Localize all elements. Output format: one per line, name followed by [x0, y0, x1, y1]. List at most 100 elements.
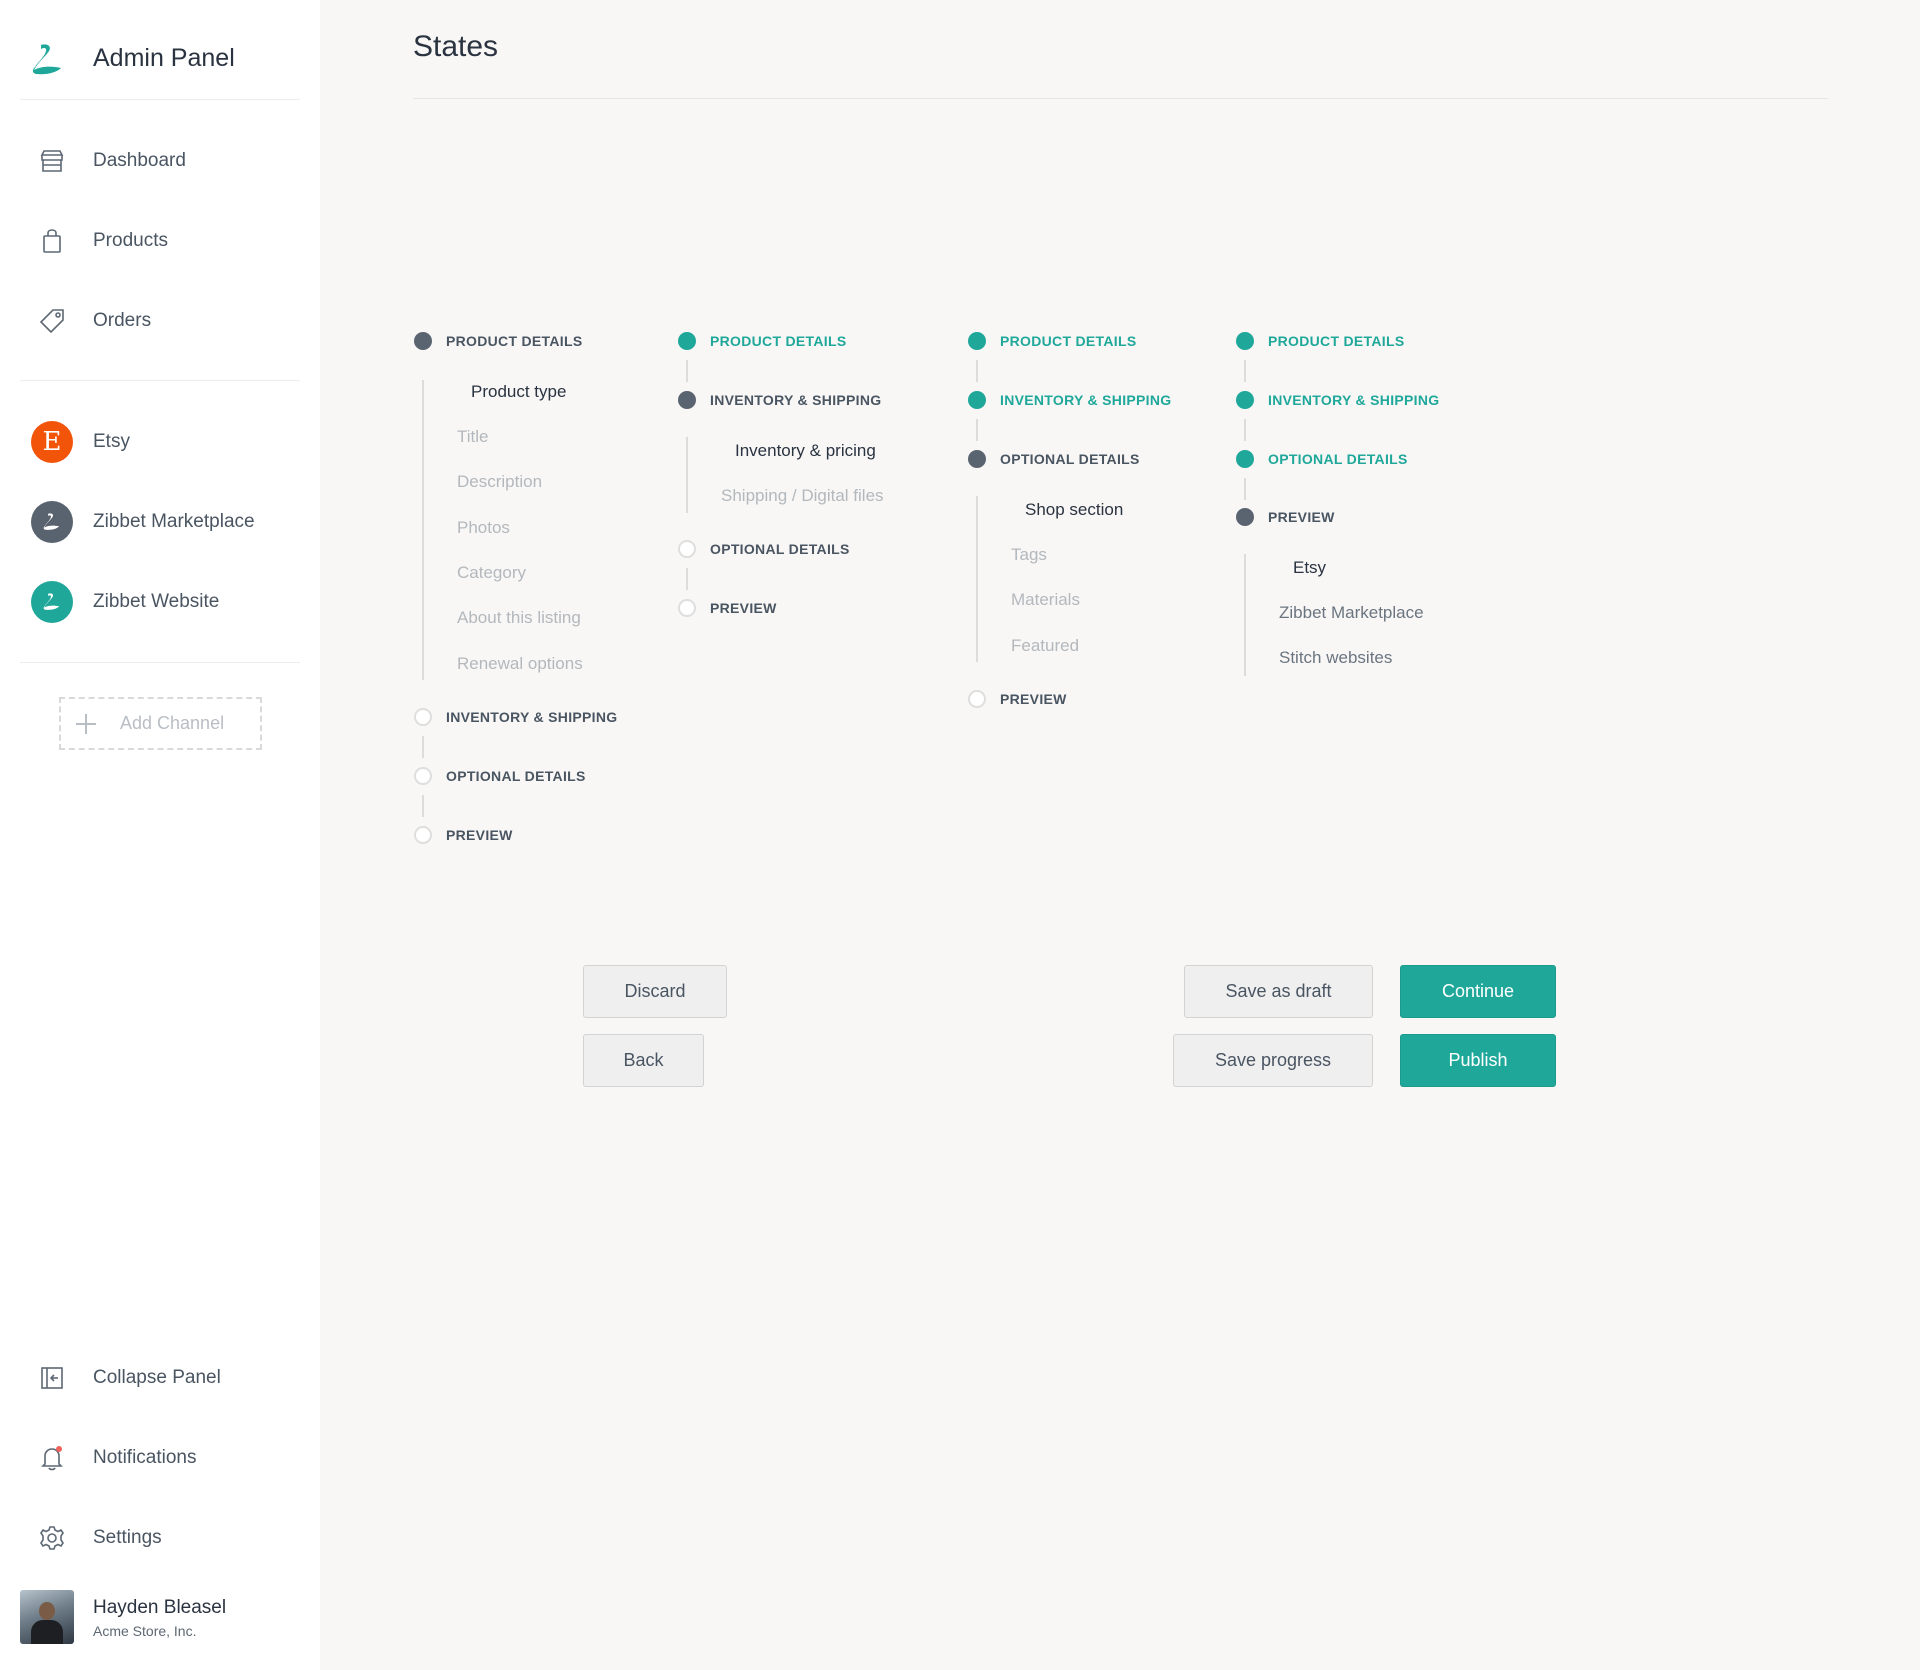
step-label: INVENTORY & SHIPPING [1000, 392, 1172, 408]
substep-item[interactable]: Category [457, 563, 526, 583]
step-inventory-shipping[interactable]: INVENTORY & SHIPPING [1236, 391, 1439, 409]
user-profile[interactable]: Hayden Bleasel Acme Store, Inc. [20, 1589, 300, 1645]
discard-button[interactable]: Discard [583, 965, 727, 1018]
step-preview[interactable]: PREVIEW [1236, 508, 1335, 526]
zibbet-website-badge-wrap [26, 576, 78, 628]
title-divider [413, 98, 1828, 99]
substep-item[interactable]: Description [457, 472, 542, 492]
app-title: Admin Panel [93, 44, 235, 72]
add-channel-button[interactable]: Add Channel [59, 697, 262, 750]
collapse-panel-button[interactable]: Collapse Panel [20, 1350, 300, 1406]
step-label: INVENTORY & SHIPPING [710, 392, 882, 408]
step-dot-pending [414, 767, 432, 785]
step-label: PRODUCT DETAILS [446, 333, 583, 349]
step-dot-complete [968, 391, 986, 409]
step-inventory-shipping[interactable]: INVENTORY & SHIPPING [678, 391, 881, 409]
channel-zibbet-marketplace[interactable]: Zibbet Marketplace [20, 494, 300, 550]
sidebar: Admin Panel Dashboard Products Orders E [0, 0, 320, 1670]
brand: Admin Panel [20, 20, 300, 100]
continue-button[interactable]: Continue [1400, 965, 1556, 1018]
notifications-button[interactable]: Notifications [20, 1430, 300, 1486]
step-label: PRODUCT DETAILS [1268, 333, 1405, 349]
channel-etsy-label: Etsy [93, 431, 130, 452]
collapse-panel-icon [26, 1352, 78, 1404]
collapse-panel-label: Collapse Panel [93, 1367, 221, 1388]
step-connector [422, 736, 424, 758]
zibbet-marketplace-badge-wrap [26, 496, 78, 548]
user-org: Acme Store, Inc. [93, 1623, 197, 1639]
nav-orders-label: Orders [93, 310, 152, 331]
step-optional-details[interactable]: OPTIONAL DETAILS [414, 767, 586, 785]
etsy-badge-wrap: E [26, 416, 78, 468]
channel-etsy[interactable]: E Etsy [20, 414, 300, 470]
substep-item[interactable]: About this listing [457, 608, 581, 628]
substep-item[interactable]: Title [457, 427, 489, 447]
step-connector [686, 568, 688, 590]
sidebar-divider [20, 662, 300, 663]
channel-zibbet-marketplace-label: Zibbet Marketplace [93, 511, 255, 532]
substep-item[interactable]: Stitch websites [1279, 648, 1392, 668]
settings-button[interactable]: Settings [20, 1510, 300, 1566]
substep-item[interactable]: Renewal options [457, 654, 583, 674]
step-preview[interactable]: PREVIEW [414, 826, 513, 844]
step-inventory-shipping[interactable]: INVENTORY & SHIPPING [968, 391, 1171, 409]
substep-item[interactable]: Product type [471, 382, 566, 402]
nav-dashboard[interactable]: Dashboard [20, 133, 300, 189]
step-label: OPTIONAL DETAILS [1000, 451, 1140, 467]
back-button[interactable]: Back [583, 1034, 704, 1087]
user-name: Hayden Bleasel [93, 1597, 227, 1618]
step-connector [976, 496, 978, 662]
substep-item[interactable]: Featured [1011, 636, 1079, 656]
tag-icon [26, 295, 78, 347]
channel-zibbet-website-label: Zibbet Website [93, 591, 220, 612]
step-label: INVENTORY & SHIPPING [1268, 392, 1440, 408]
store-icon [26, 135, 78, 187]
step-connector [422, 795, 424, 817]
bell-icon [26, 1432, 78, 1484]
step-product-details[interactable]: PRODUCT DETAILS [968, 332, 1136, 350]
step-preview[interactable]: PREVIEW [968, 690, 1067, 708]
etsy-icon: E [31, 421, 73, 463]
step-dot-active [968, 450, 986, 468]
step-dot-complete [1236, 332, 1254, 350]
step-label: PREVIEW [710, 600, 777, 616]
step-preview[interactable]: PREVIEW [678, 599, 777, 617]
save-progress-button[interactable]: Save progress [1173, 1034, 1373, 1087]
gear-icon [26, 1512, 78, 1564]
substep-item[interactable]: Inventory & pricing [735, 441, 876, 461]
substep-item[interactable]: Etsy [1293, 558, 1326, 578]
substep-item[interactable]: Materials [1011, 590, 1080, 610]
step-connector [1244, 360, 1246, 382]
step-optional-details[interactable]: OPTIONAL DETAILS [968, 450, 1140, 468]
step-dot-complete [678, 332, 696, 350]
step-product-details[interactable]: PRODUCT DETAILS [1236, 332, 1404, 350]
substep-item[interactable]: Zibbet Marketplace [1279, 603, 1424, 623]
step-dot-complete [1236, 391, 1254, 409]
step-inventory-shipping[interactable]: INVENTORY & SHIPPING [414, 708, 617, 726]
nav-products[interactable]: Products [20, 213, 300, 269]
nav-orders[interactable]: Orders [20, 293, 300, 349]
substep-item[interactable]: Shop section [1025, 500, 1123, 520]
step-product-details[interactable]: PRODUCT DETAILS [678, 332, 846, 350]
add-channel-label: Add Channel [120, 713, 225, 733]
step-connector [976, 360, 978, 382]
step-optional-details[interactable]: OPTIONAL DETAILS [678, 540, 850, 558]
channel-zibbet-website[interactable]: Zibbet Website [20, 574, 300, 630]
page-title: States [413, 30, 499, 63]
publish-button[interactable]: Publish [1400, 1034, 1556, 1087]
save-draft-button[interactable]: Save as draft [1184, 965, 1373, 1018]
step-label: PREVIEW [1000, 691, 1067, 707]
step-label: OPTIONAL DETAILS [710, 541, 850, 557]
step-connector [686, 437, 688, 513]
step-dot-active [1236, 508, 1254, 526]
step-label: OPTIONAL DETAILS [446, 768, 586, 784]
step-optional-details[interactable]: OPTIONAL DETAILS [1236, 450, 1408, 468]
step-label: PRODUCT DETAILS [1000, 333, 1137, 349]
step-connector [686, 360, 688, 382]
step-connector [1244, 419, 1246, 441]
substep-item[interactable]: Tags [1011, 545, 1047, 565]
substep-item[interactable]: Shipping / Digital files [721, 486, 884, 506]
substep-item[interactable]: Photos [457, 518, 510, 538]
step-product-details[interactable]: PRODUCT DETAILS [414, 332, 582, 350]
step-label: PRODUCT DETAILS [710, 333, 847, 349]
